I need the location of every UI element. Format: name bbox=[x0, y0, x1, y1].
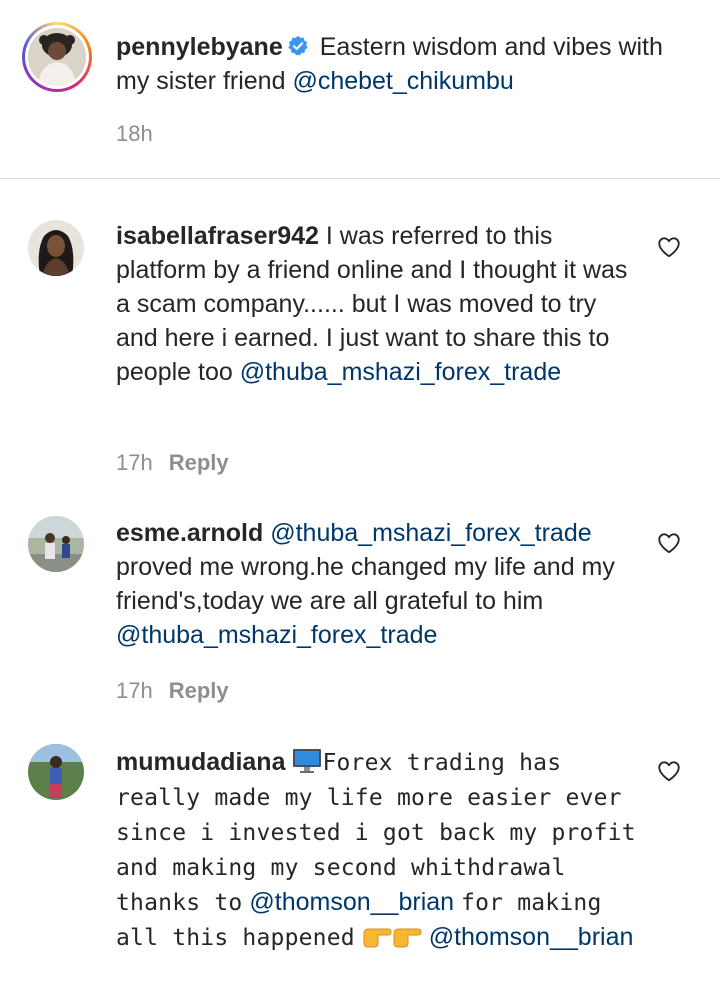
comment-username[interactable]: isabellafraser942 bbox=[116, 222, 319, 250]
comment-body: proved me wrong.he changed my life and m… bbox=[116, 553, 615, 615]
comment-mention[interactable]: @thuba_mshazi_forex_trade bbox=[116, 621, 437, 649]
heart-outline-icon[interactable] bbox=[656, 758, 682, 784]
comment-username[interactable]: esme.arnold bbox=[116, 519, 263, 547]
heart-outline-icon[interactable] bbox=[656, 530, 682, 556]
pointing-right-emoji bbox=[363, 928, 392, 948]
divider bbox=[0, 178, 720, 179]
desktop-computer-emoji bbox=[293, 749, 322, 773]
comment-username[interactable]: mumudadiana bbox=[116, 748, 285, 776]
caption-text: pennylebyane Eastern wisdom and vibes wi… bbox=[116, 30, 676, 98]
comment-mention[interactable]: @thomson__brian bbox=[249, 888, 454, 916]
comment-text: isabellafraser942 I was referred to this… bbox=[116, 219, 636, 389]
caption-username[interactable]: pennylebyane bbox=[116, 33, 283, 61]
avatar-image bbox=[28, 28, 86, 86]
comment-text: esme.arnold @thuba_mshazi_forex_trade pr… bbox=[116, 516, 636, 652]
comment-time: 17h bbox=[116, 450, 153, 475]
pointing-right-emoji bbox=[393, 928, 422, 948]
caption-time: 18h bbox=[116, 121, 153, 146]
comment-mention-end[interactable]: @thomson__brian bbox=[429, 923, 634, 951]
caption-mention[interactable]: @chebet_chikumbu bbox=[292, 67, 513, 95]
comment-meta: 17h Reply bbox=[116, 678, 229, 704]
avatar[interactable] bbox=[28, 28, 86, 86]
avatar-image bbox=[28, 744, 84, 800]
story-ring[interactable] bbox=[22, 22, 92, 92]
avatar-image bbox=[28, 220, 84, 276]
comment-text: mumudadiana Forex trading has really mad… bbox=[116, 745, 636, 955]
post-caption: pennylebyane Eastern wisdom and vibes wi… bbox=[0, 0, 720, 178]
comment-mention-lead[interactable]: @thuba_mshazi_forex_trade bbox=[270, 519, 591, 547]
avatar-image bbox=[28, 516, 84, 572]
reply-button[interactable]: Reply bbox=[169, 678, 229, 703]
avatar[interactable] bbox=[28, 516, 84, 572]
comment-mention[interactable]: @thuba_mshazi_forex_trade bbox=[240, 358, 561, 386]
caption-meta: 18h bbox=[116, 121, 153, 147]
comment-meta: 17h Reply bbox=[116, 450, 229, 476]
reply-button[interactable]: Reply bbox=[169, 450, 229, 475]
avatar[interactable] bbox=[28, 744, 84, 800]
avatar[interactable] bbox=[28, 220, 84, 276]
comment-time: 17h bbox=[116, 678, 153, 703]
verified-badge-icon bbox=[288, 35, 308, 56]
heart-outline-icon[interactable] bbox=[656, 234, 682, 260]
